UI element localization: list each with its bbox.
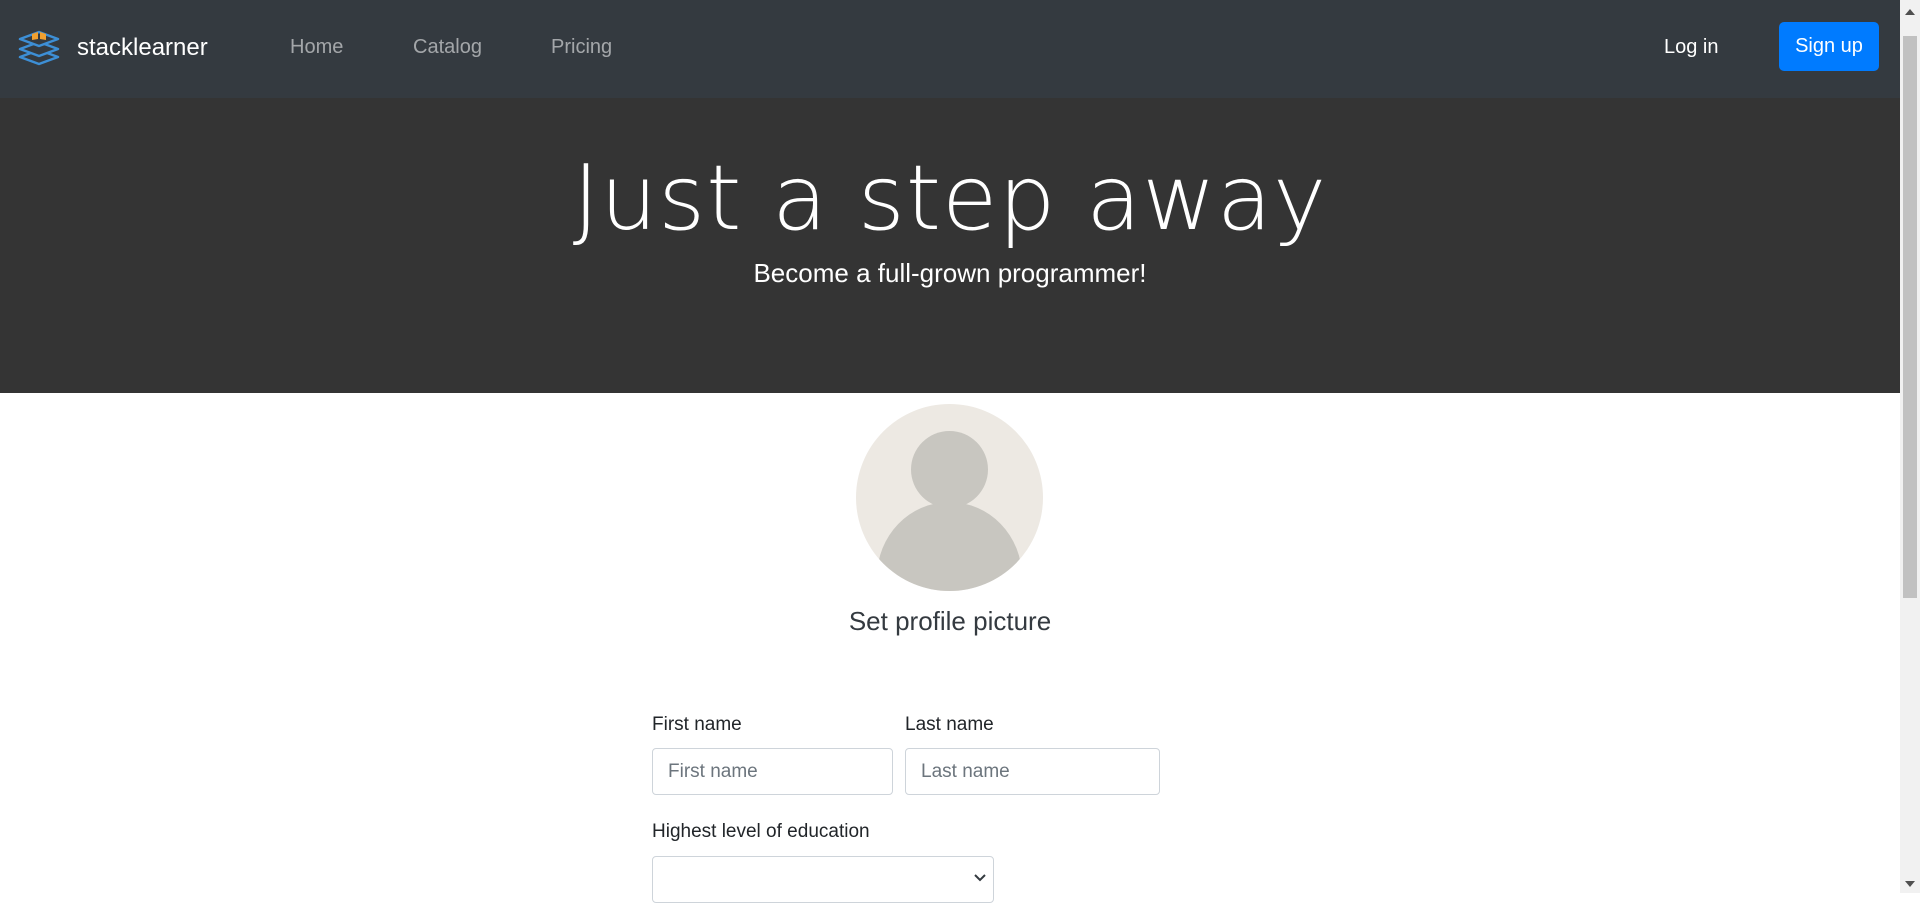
hero-title: Just a step away bbox=[572, 146, 1328, 251]
scroll-up-arrow-icon[interactable] bbox=[1905, 8, 1915, 16]
hero-subtitle: Become a full-grown programmer! bbox=[753, 258, 1147, 288]
hero-banner: Just a step away Become a full-grown pro… bbox=[0, 98, 1900, 393]
chevron-down-icon bbox=[974, 874, 986, 882]
brand[interactable]: stacklearner bbox=[18, 26, 208, 70]
last-name-input[interactable] bbox=[905, 748, 1160, 795]
education-select[interactable] bbox=[652, 856, 994, 903]
scrollbar-thumb[interactable] bbox=[1903, 36, 1917, 598]
nav-link-home[interactable]: Home bbox=[290, 36, 343, 59]
login-link[interactable]: Log in bbox=[1664, 36, 1719, 59]
signup-button[interactable]: Sign up bbox=[1779, 22, 1879, 71]
brand-name: stacklearner bbox=[77, 34, 208, 61]
last-name-label: Last name bbox=[905, 714, 994, 735]
vertical-scrollbar[interactable] bbox=[1900, 0, 1920, 893]
set-profile-picture-link[interactable]: Set profile picture bbox=[0, 606, 1900, 637]
stacked-layers-icon bbox=[18, 30, 60, 66]
first-name-input[interactable] bbox=[652, 748, 893, 795]
top-navbar: stacklearner Home Catalog Pricing Log in… bbox=[0, 0, 1900, 98]
education-label: Highest level of education bbox=[652, 821, 870, 842]
avatar-head bbox=[911, 431, 988, 508]
first-name-label: First name bbox=[652, 714, 742, 735]
nav-link-catalog[interactable]: Catalog bbox=[413, 36, 482, 59]
nav-link-pricing[interactable]: Pricing bbox=[551, 36, 612, 59]
default-user-avatar[interactable] bbox=[856, 404, 1043, 591]
avatar-body bbox=[877, 502, 1022, 591]
scroll-down-arrow-icon[interactable] bbox=[1905, 880, 1915, 888]
